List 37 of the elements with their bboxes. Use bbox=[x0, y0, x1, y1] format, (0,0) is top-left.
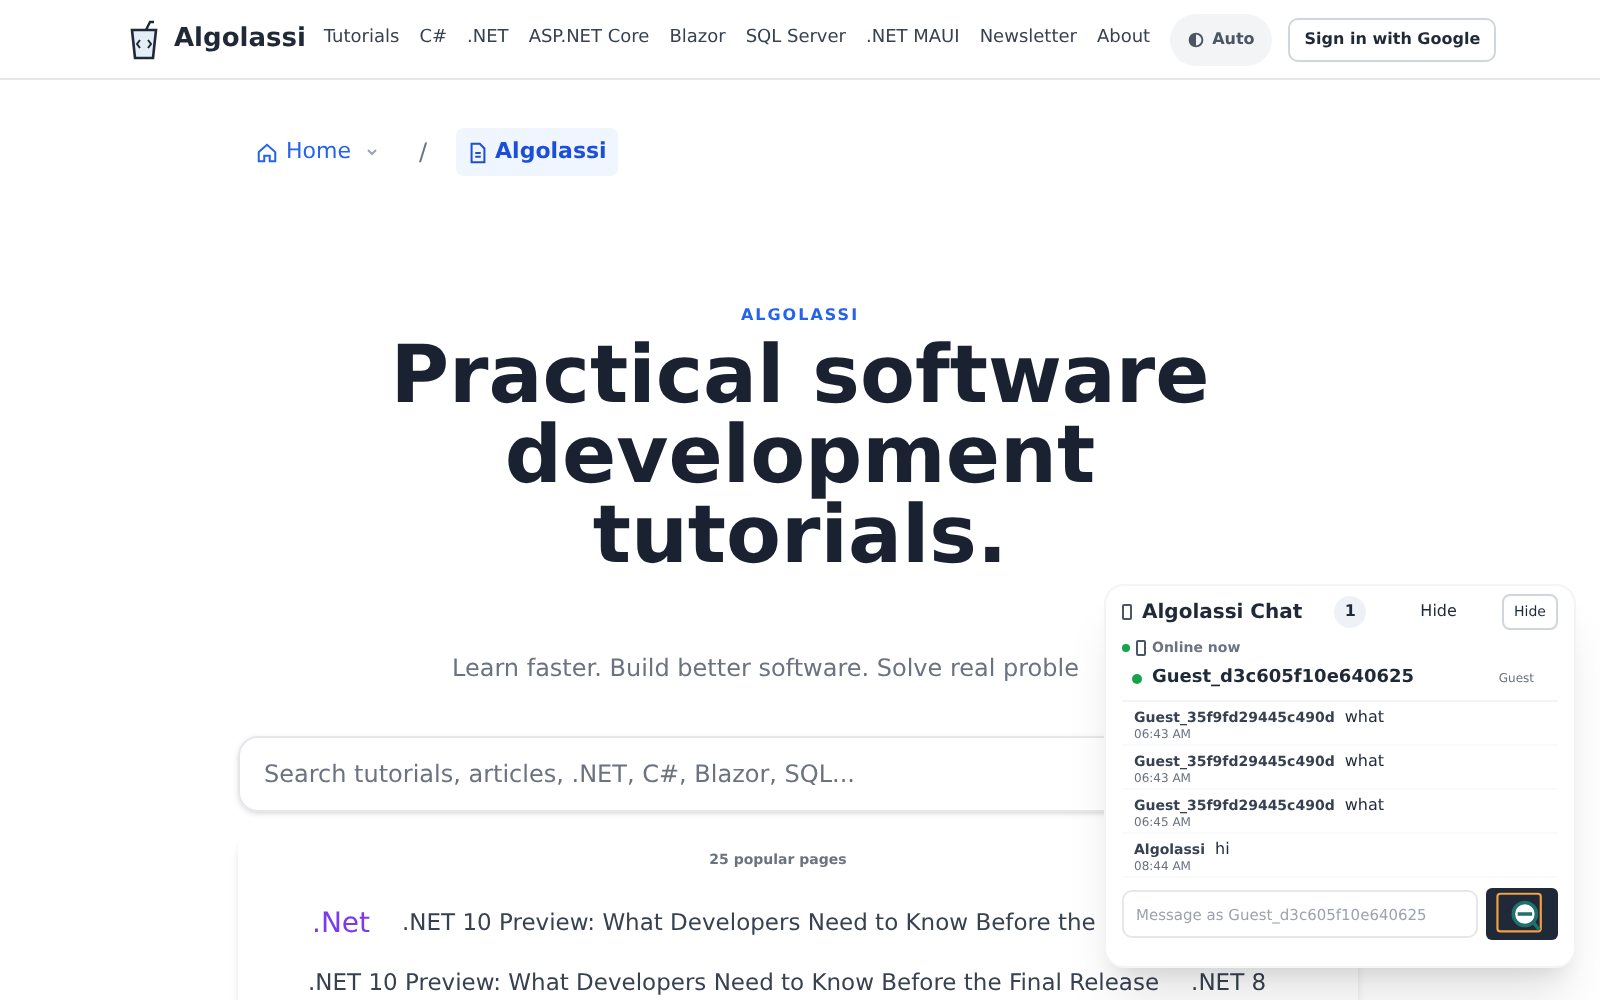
sign-in-button[interactable]: Sign in with Google bbox=[1288, 17, 1497, 61]
user-name: Guest_d3c605f10e640625 bbox=[1152, 665, 1415, 692]
document-icon bbox=[467, 141, 488, 163]
magnifier-widget-icon bbox=[1496, 892, 1548, 936]
nav-link[interactable]: About bbox=[1096, 25, 1151, 53]
eyebrow-label: ALGOLASSI bbox=[740, 304, 860, 328]
nav-link[interactable]: ASP.NET Core bbox=[528, 25, 650, 53]
nav-link[interactable]: Tutorials bbox=[323, 25, 400, 53]
nav-link[interactable]: Blazor bbox=[669, 25, 726, 53]
article-link[interactable]: .NET 10 Preview: What Developers Need to Know Before the Final Release bbox=[308, 968, 1160, 996]
glass-logo-icon bbox=[128, 19, 160, 59]
breadcrumb-separator: / bbox=[418, 136, 428, 170]
message-text: what bbox=[1344, 706, 1384, 730]
nav-link[interactable]: C# bbox=[419, 25, 448, 53]
breadcrumb-link[interactable]: Algolassi bbox=[455, 128, 619, 176]
hide-link[interactable]: Hide bbox=[1420, 600, 1457, 624]
article-link[interactable]: .NET 10 Preview: What Developers Need to Know Before the bbox=[402, 906, 1096, 942]
breadcrumb-link[interactable]: Home bbox=[244, 128, 391, 176]
nav-link[interactable]: SQL Server bbox=[745, 25, 846, 53]
unread-count-badge: 1 bbox=[1334, 596, 1367, 628]
message-text: hi bbox=[1215, 838, 1230, 862]
nav-link[interactable]: Newsletter bbox=[979, 25, 1077, 53]
hero-subtitle: Learn faster. Build better software. Solve real proble bbox=[452, 652, 1079, 686]
nav-link[interactable]: .NET bbox=[467, 25, 509, 53]
theme-toggle[interactable]: Auto bbox=[1170, 13, 1273, 65]
article-link[interactable]: .NET 8 bbox=[1191, 968, 1267, 996]
home-icon bbox=[256, 141, 278, 163]
site-logo[interactable]: Algolassi bbox=[174, 19, 306, 59]
chat-title: Algolassi Chat bbox=[1142, 599, 1303, 627]
nav-link[interactable]: .NET MAUI bbox=[866, 25, 960, 53]
chevron-down-icon bbox=[366, 148, 379, 156]
contrast-icon bbox=[1188, 31, 1205, 47]
hero-heading: Practical software development tutorials. bbox=[388, 336, 1212, 576]
send-button[interactable] bbox=[1486, 888, 1558, 940]
tag-label: .Net bbox=[312, 906, 371, 942]
glyph-box-icon bbox=[1122, 604, 1132, 620]
glyph-box-icon bbox=[1136, 640, 1146, 656]
